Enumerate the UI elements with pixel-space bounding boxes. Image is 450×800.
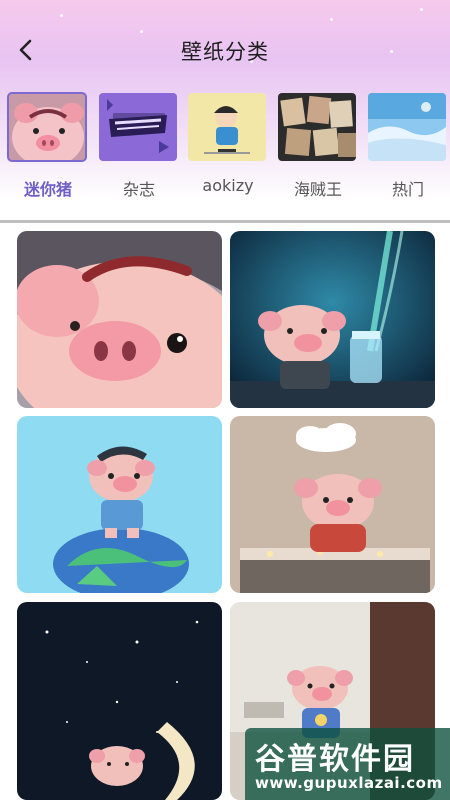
hot-thumbnail-icon [368,93,446,161]
top-bar: 壁纸分类 [0,28,450,72]
pig-with-cloud-image [230,416,435,593]
magazine-thumbnail-icon [99,93,177,161]
category-strip[interactable]: 迷你猪 杂志 aokizy 海贼王 热门 [0,90,450,200]
category-label: aokizy [202,176,254,195]
sparkle [330,18,333,21]
category-item-mini-pig[interactable]: 迷你猪 [6,90,90,200]
watermark-url: www.gupuxlazai.com [255,774,443,792]
wallpaper-card[interactable] [230,416,435,593]
pig-night-sky-image [17,602,222,800]
sparkle [420,8,423,11]
category-label: 迷你猪 [23,180,72,199]
sparkle [60,14,63,17]
site-watermark: 谷普软件园 www.gupuxlazai.com [245,728,450,800]
category-item-one-piece[interactable]: 海贼王 [276,90,360,200]
category-label: 海贼王 [293,180,342,199]
wallpaper-card[interactable] [17,231,222,408]
pig-aurora-jar-image [230,231,435,408]
wallpaper-card[interactable] [17,416,222,593]
one-piece-thumbnail-icon [278,93,356,161]
category-label: 杂志 [122,180,155,199]
category-item-aokizy[interactable]: aokizy [186,90,270,200]
divider [0,220,450,223]
category-item-magazine[interactable]: 杂志 [97,90,181,200]
watermark-title: 谷普软件园 [255,742,415,777]
wallpaper-card[interactable] [230,231,435,408]
aokizy-thumbnail-icon [188,93,266,161]
page-title: 壁纸分类 [181,40,269,64]
pig-closeup-image [17,231,222,408]
wallpaper-grid[interactable] [0,228,450,800]
pig-thumbnail-icon [7,92,87,162]
pig-on-globe-image [17,416,222,593]
category-label: 热门 [391,180,424,199]
wallpaper-card[interactable] [17,602,222,800]
category-item-hot[interactable]: 热门 [366,90,450,200]
